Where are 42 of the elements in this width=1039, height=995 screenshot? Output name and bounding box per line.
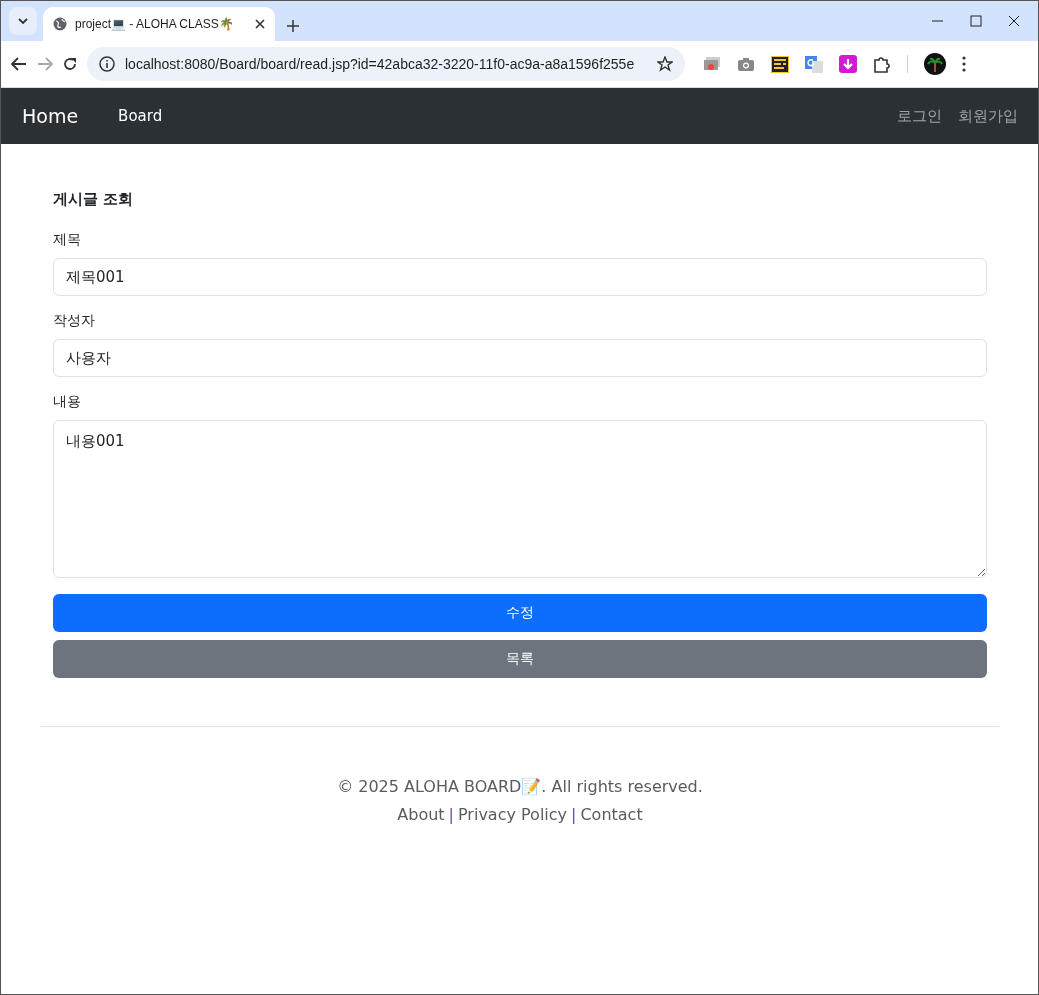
- document-lines-icon[interactable]: [771, 55, 789, 73]
- footer-link[interactable]: Contact: [580, 805, 643, 824]
- input-field[interactable]: 제목001: [53, 258, 987, 296]
- field-label: 제목: [53, 231, 82, 249]
- star-icon[interactable]: [657, 56, 673, 72]
- close-icon[interactable]: [255, 19, 265, 29]
- close-icon[interactable]: [1008, 15, 1020, 27]
- download-arrow-icon[interactable]: [839, 55, 857, 73]
- maximize-icon[interactable]: [970, 15, 982, 27]
- globe-icon: [53, 17, 67, 31]
- info-icon[interactable]: [99, 56, 115, 72]
- browser-tab[interactable]: project💻 - ALOHA CLASS🌴: [43, 7, 275, 41]
- footer-link[interactable]: About: [397, 805, 445, 824]
- field-label: 작성자: [53, 312, 96, 330]
- more-vertical-icon[interactable]: [962, 56, 966, 72]
- copyright-text: © 2025 ALOHA BOARD📝. All rights reserved.: [336, 777, 704, 797]
- page-heading: 게시글 조회: [53, 190, 135, 209]
- address-bar[interactable]: localhost:8080/Board/board/read.jsp?id=42abca32-3220-11f0-ac9a-a8a1596f255e: [87, 47, 685, 81]
- content-textarea[interactable]: 내용001: [53, 420, 987, 578]
- chevron-down-icon: [18, 18, 28, 24]
- list-button[interactable]: 목록: [53, 640, 987, 678]
- separator: |: [447, 805, 455, 824]
- nav-link[interactable]: 회원가입: [950, 106, 1026, 126]
- input-field[interactable]: 사용자: [53, 339, 987, 377]
- reload-icon[interactable]: [63, 57, 77, 71]
- content-label: 내용: [53, 393, 82, 411]
- tab-title: project💻 - ALOHA CLASS🌴: [75, 17, 235, 31]
- puzzle-icon[interactable]: [873, 55, 891, 73]
- separator: |: [570, 805, 578, 824]
- palm-tree-avatar-icon[interactable]: [924, 53, 946, 75]
- nav-link[interactable]: Board: [110, 107, 171, 125]
- back-arrow-icon[interactable]: [11, 57, 27, 71]
- cast-icon[interactable]: [703, 56, 721, 72]
- footer-link[interactable]: Privacy Policy: [458, 805, 568, 824]
- brand-link[interactable]: Home: [14, 105, 87, 127]
- translate-icon[interactable]: [805, 55, 823, 73]
- tab-list-button[interactable]: [9, 7, 37, 35]
- nav-link[interactable]: 로그인: [889, 106, 950, 126]
- url-text: localhost:8080/Board/board/read.jsp?id=42abca32-3220-11f0-ac9a-a8a1596f255e: [125, 56, 636, 72]
- edit-button[interactable]: 수정: [53, 594, 987, 632]
- camera-icon[interactable]: [737, 56, 755, 72]
- plus-icon[interactable]: [287, 20, 299, 32]
